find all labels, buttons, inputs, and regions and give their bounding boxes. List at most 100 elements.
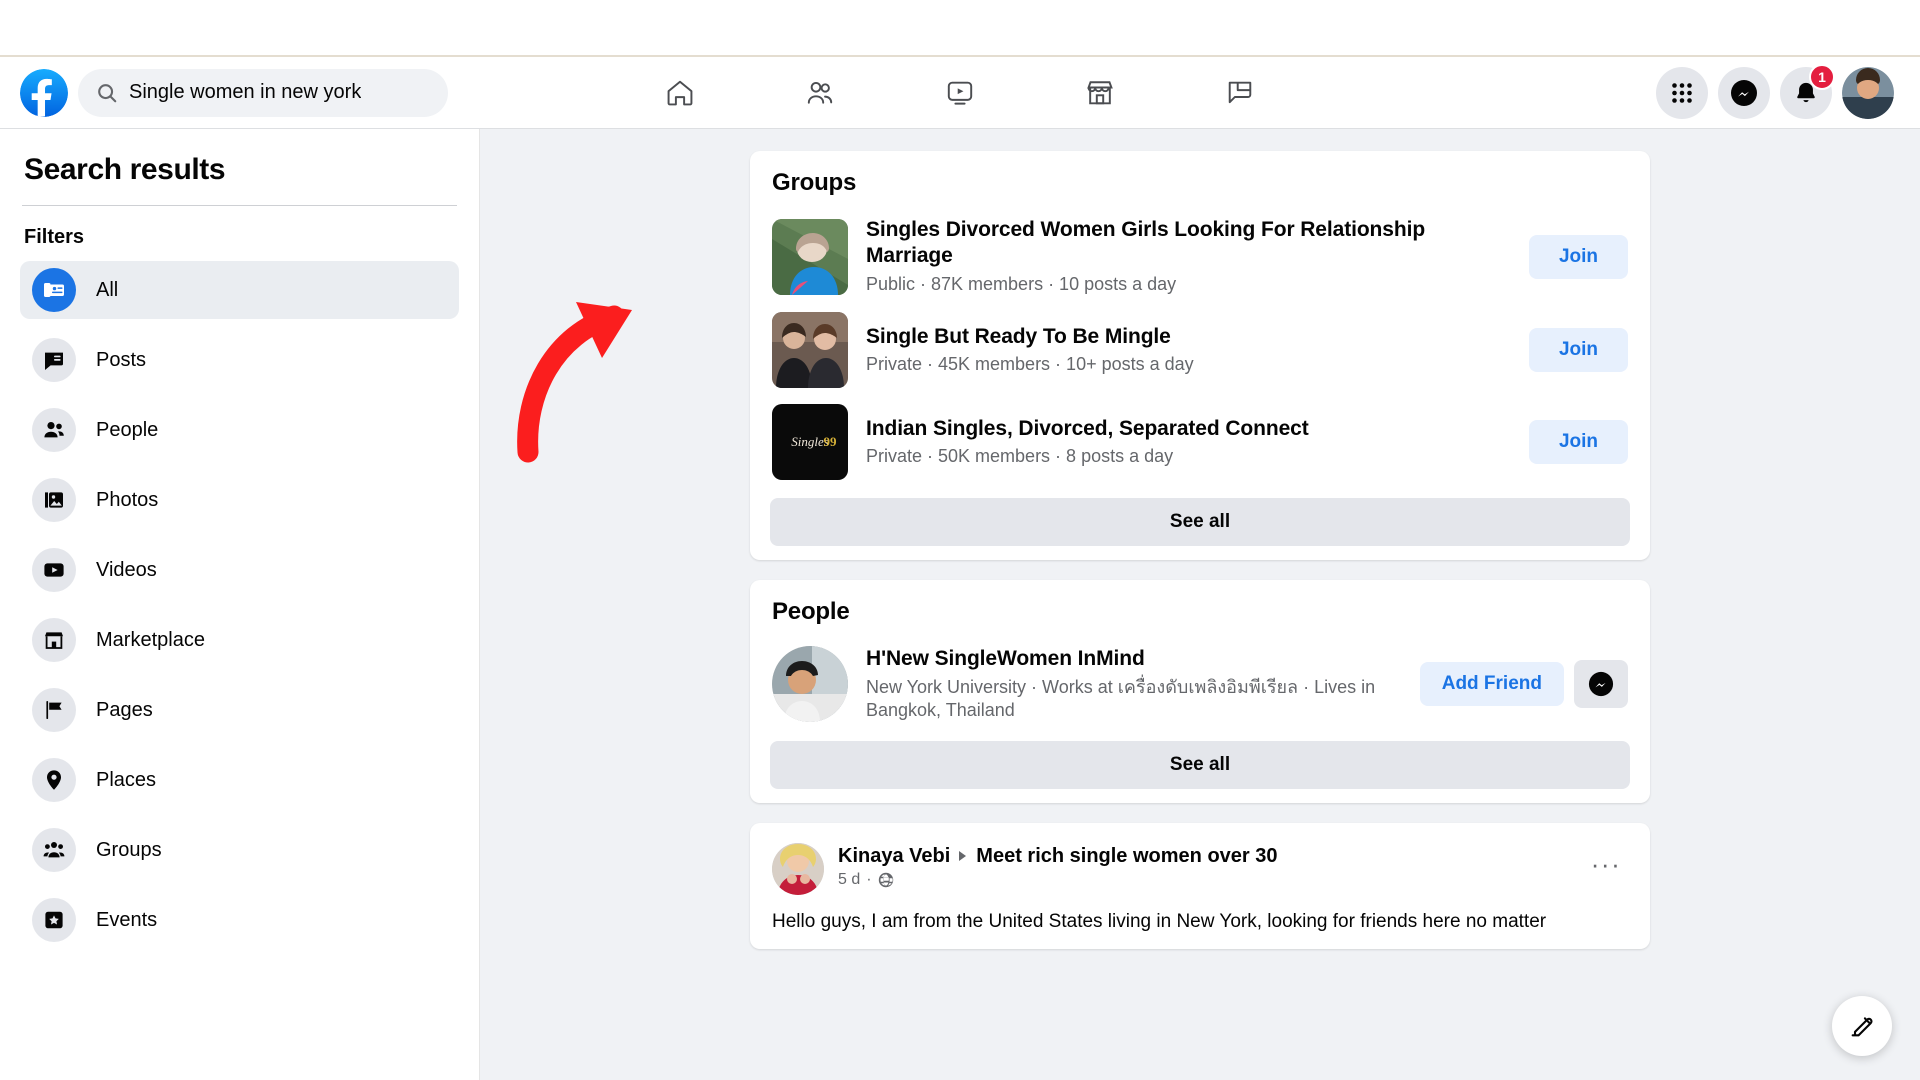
sidebar-item-places[interactable]: Places [20, 751, 459, 809]
person-name[interactable]: H'New SingleWomen InMind [866, 646, 1402, 672]
people-see-all-button[interactable]: See all [770, 740, 1630, 789]
messenger-icon [1588, 672, 1614, 697]
person-actions: Add Friend [1419, 660, 1628, 709]
sidebar-item-label: Groups [96, 838, 162, 861]
notifications-button[interactable]: 1 [1780, 63, 1835, 119]
header-right-actions: 1 [1656, 63, 1900, 119]
friends-icon [807, 81, 833, 104]
person-info: H'New SingleWomen InMind New York Univer… [866, 646, 1402, 722]
marketplace-icon [32, 618, 76, 662]
facebook-logo-icon[interactable] [20, 68, 68, 117]
group-name[interactable]: Indian Singles, Divorced, Separated Conn… [866, 416, 1511, 442]
messenger-button[interactable] [1718, 66, 1770, 119]
all-results-icon [32, 268, 76, 312]
group-info: Indian Singles, Divorced, Separated Conn… [866, 416, 1511, 469]
sidebar-item-people[interactable]: People [20, 401, 459, 459]
post-more-options-button[interactable]: ··· [1584, 843, 1628, 887]
groups-card-title: Groups [772, 169, 857, 196]
facebook-header: Single women in new york 1 [0, 57, 1920, 129]
sidebar-item-photos[interactable]: Photos [20, 471, 459, 529]
nav-tab-video[interactable] [895, 63, 1025, 123]
nav-tab-friends[interactable] [755, 63, 885, 123]
sidebar-item-label: Videos [96, 558, 157, 581]
search-input[interactable]: Single women in new york [78, 68, 448, 117]
compose-pencil-icon [1851, 1017, 1873, 1037]
post-header-text: Kinaya Vebi Meet rich single women over … [838, 843, 1570, 889]
groups-see-all-button[interactable]: See all [770, 498, 1630, 547]
search-input-value: Single women in new york [129, 81, 362, 103]
compose-floating-button[interactable] [1832, 996, 1892, 1056]
post-body-text: Hello guys, I am from the United States … [772, 910, 1547, 932]
avatar [1842, 66, 1894, 119]
sidebar-item-marketplace[interactable]: Marketplace [20, 611, 459, 669]
posts-icon [32, 338, 76, 382]
search-icon [98, 83, 117, 102]
marketplace-icon [1087, 80, 1113, 104]
sidebar-item-label: Places [96, 768, 157, 791]
post-meta-dot: · [866, 870, 872, 888]
sidebar-item-pages[interactable]: Pages [20, 681, 459, 739]
group-thumbnail [772, 312, 848, 389]
post-group-name[interactable]: Meet rich single women over 30 [976, 845, 1277, 868]
post-submeta: 5 d · [838, 871, 1570, 889]
people-icon [32, 408, 76, 452]
person-meta: New York University · Works at เครื่องดั… [866, 676, 1376, 721]
group-info: Single But Ready To Be Mingle Private · … [866, 324, 1511, 377]
events-icon [32, 898, 76, 942]
join-group-button[interactable]: Join [1528, 234, 1628, 279]
videos-icon [32, 548, 76, 592]
red-arrow-annotation [517, 302, 632, 463]
messenger-icon [1731, 79, 1757, 106]
notification-badge: 1 [1809, 63, 1835, 90]
browser-chrome-strip [0, 0, 1920, 55]
message-person-button[interactable] [1574, 660, 1628, 709]
sidebar-item-label: All [96, 278, 119, 301]
group-result-row[interactable]: Singles 99 Indian Singles, Divorced, Sep… [770, 396, 1630, 488]
account-avatar[interactable] [1842, 66, 1894, 119]
globe-icon [878, 872, 893, 887]
sidebar-item-all[interactable]: All [20, 261, 459, 319]
group-name[interactable]: Single But Ready To Be Mingle [866, 324, 1511, 350]
sidebar-item-events[interactable]: Events [20, 891, 459, 949]
sidebar-item-videos[interactable]: Videos [20, 541, 459, 599]
post-timestamp: 5 d [838, 870, 861, 888]
people-card-title: People [772, 598, 850, 626]
sidebar-item-label: People [96, 418, 159, 441]
groups-results-card: Groups Singles Divorced Women Girls Look… [750, 151, 1650, 561]
add-friend-button[interactable]: Add Friend [1419, 662, 1564, 707]
group-thumbnail [772, 218, 848, 295]
person-result-row[interactable]: H'New SingleWomen InMind New York Univer… [770, 638, 1630, 730]
header-nav-tabs [615, 63, 1305, 123]
group-name[interactable]: Singles Divorced Women Girls Looking For… [866, 217, 1511, 270]
results-column: Groups Singles Divorced Women Girls Look… [750, 151, 1650, 950]
photos-icon [32, 478, 76, 522]
sidebar-item-posts[interactable]: Posts [20, 331, 459, 389]
groups-icon [1228, 81, 1252, 103]
nav-tab-marketplace[interactable] [1035, 63, 1165, 123]
group-meta: Private · 45K members · 10+ posts a day [866, 354, 1194, 375]
group-actions: Join [1528, 420, 1628, 465]
sidebar-divider [22, 205, 457, 206]
sidebar-item-groups[interactable]: Groups [20, 821, 459, 879]
home-icon [667, 80, 693, 105]
post-header: Kinaya Vebi Meet rich single women over … [770, 841, 1630, 895]
group-meta: Public · 87K members · 10 posts a day [866, 273, 1177, 294]
page-body: Search results Filters All Posts People … [0, 129, 1920, 1080]
sidebar-item-label: Photos [96, 488, 159, 511]
group-result-row[interactable]: Single But Ready To Be Mingle Private · … [770, 304, 1630, 396]
post-author-avatar[interactable] [772, 842, 824, 895]
menu-button[interactable] [1656, 66, 1708, 119]
people-results-card: People H'New SingleWomen InMind New York… [750, 580, 1650, 803]
join-group-button[interactable]: Join [1528, 420, 1628, 465]
group-result-row[interactable]: Singles Divorced Women Girls Looking For… [770, 209, 1630, 304]
filters-label: Filters [24, 226, 85, 248]
join-group-button[interactable]: Join [1528, 328, 1628, 373]
nav-tab-groups[interactable] [1175, 63, 1305, 123]
header-left-section: Single women in new york [20, 68, 480, 117]
nav-tab-home[interactable] [615, 63, 745, 123]
group-actions: Join [1528, 328, 1628, 373]
group-actions: Join [1528, 234, 1628, 279]
page-title: Search results [24, 153, 226, 186]
post-author-name[interactable]: Kinaya Vebi [838, 845, 950, 868]
sidebar-item-label: Pages [96, 698, 153, 721]
